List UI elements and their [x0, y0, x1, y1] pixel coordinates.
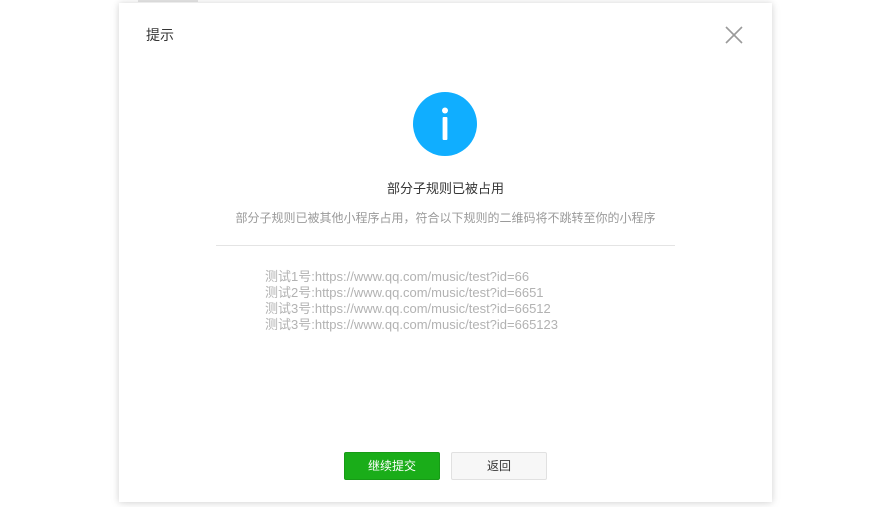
message-description: 部分子规则已被其他小程序占用，符合以下规则的二维码将不跳转至你的小程序 [235, 211, 656, 225]
message-title: 部分子规则已被占用 [386, 182, 504, 197]
background-page-fragment [138, 0, 198, 2]
close-icon[interactable] [723, 24, 745, 46]
info-icon [413, 92, 477, 156]
rule-item: 测试2号:https://www.qq.com/music/test?id=66… [265, 285, 544, 300]
dialog-title: 提示 [146, 28, 174, 44]
prompt-dialog: 提示 部分子规则已被占用 部分子规则已被其他小程序占用，符合以下规则的二维码将不… [119, 3, 772, 502]
rule-item: 测试3号:https://www.qq.com/music/test?id=66… [265, 317, 558, 332]
continue-submit-button[interactable]: 继续提交 [344, 452, 440, 480]
divider [216, 245, 675, 246]
back-button[interactable]: 返回 [451, 452, 547, 480]
rule-item: 测试3号:https://www.qq.com/music/test?id=66… [265, 301, 551, 316]
rule-item: 测试1号:https://www.qq.com/music/test?id=66 [265, 269, 530, 284]
occupied-rules-list: 测试1号:https://www.qq.com/music/test?id=66… [265, 269, 558, 333]
